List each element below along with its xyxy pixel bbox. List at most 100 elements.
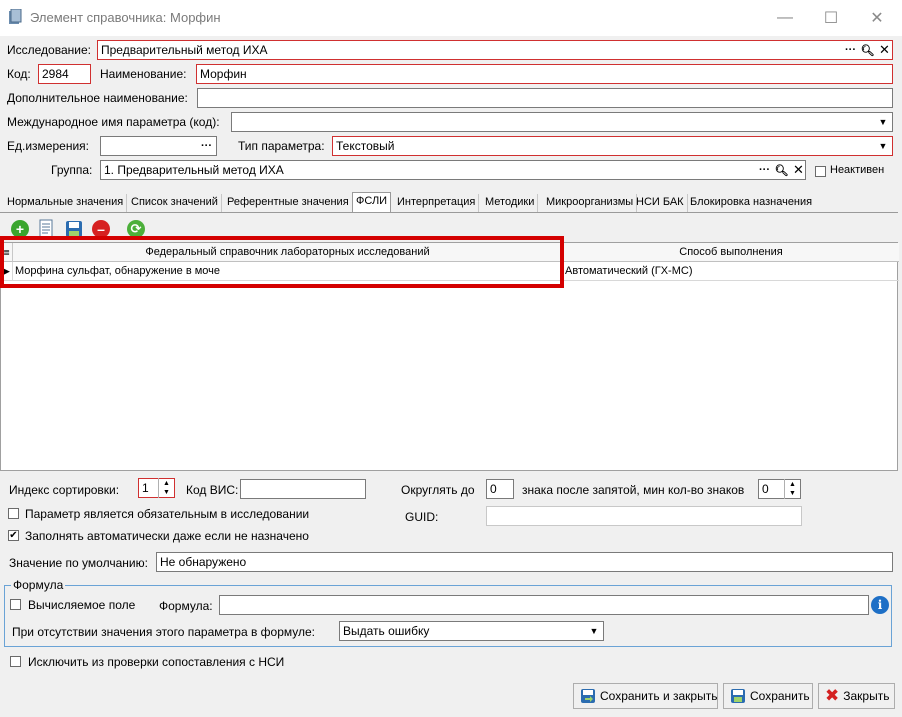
formula-label: Формула:: [159, 599, 213, 613]
formula-input[interactable]: [219, 595, 869, 615]
exclude-label: Исключить из проверки сопоставления с НС…: [28, 655, 285, 669]
group-clear-button[interactable]: ✕: [790, 161, 807, 179]
extra-name-input[interactable]: [197, 88, 893, 108]
name-label: Наименование:: [100, 67, 187, 81]
unit-label: Ед.измерения:: [7, 139, 89, 153]
code-input[interactable]: 2984: [38, 64, 91, 84]
close-button[interactable]: ✖ Закрыть: [818, 683, 895, 709]
chevron-down-icon[interactable]: ▼: [586, 622, 602, 640]
required-checkbox[interactable]: [8, 508, 19, 519]
guid-label: GUID:: [405, 510, 439, 524]
round-suffix-label: знака после запятой, мин кол-во знаков: [522, 483, 745, 497]
save-icon: [730, 687, 746, 705]
study-select-button[interactable]: ···: [842, 41, 859, 59]
close-icon: ✕: [870, 10, 884, 27]
chevron-down-icon[interactable]: ▼: [875, 137, 891, 155]
table-cell-method[interactable]: Автоматический (ГХ-МС): [563, 262, 899, 281]
close-window-button[interactable]: ✕: [854, 0, 900, 36]
extra-name-label: Дополнительное наименование:: [7, 91, 188, 105]
study-label: Исследование:: [7, 43, 91, 57]
intl-name-label: Международное имя параметра (код):: [7, 115, 220, 129]
window-title: Элемент справочника: Морфин: [30, 10, 221, 25]
tab-nsi-bak[interactable]: НСИ БАК: [633, 194, 688, 212]
unit-select-button[interactable]: ···: [198, 137, 215, 155]
vis-code-label: Код ВИС:: [186, 483, 239, 497]
round-input[interactable]: 0: [486, 479, 514, 499]
tab-methods[interactable]: Методики: [482, 194, 539, 212]
ellipsis-icon: ···: [201, 140, 212, 152]
group-value: 1. Предварительный метод ИХА: [104, 163, 284, 177]
study-clear-button[interactable]: ✕: [876, 41, 893, 59]
param-type-label: Тип параметра:: [238, 139, 325, 153]
param-type-select[interactable]: Текстовый: [332, 136, 893, 156]
save-label: Сохранить: [750, 689, 810, 703]
save-close-label: Сохранить и закрыть: [600, 689, 718, 703]
save-icon: [580, 687, 596, 705]
tab-block-assignment[interactable]: Блокировка назначения: [687, 194, 815, 212]
required-label: Параметр является обязательным в исследо…: [25, 507, 310, 521]
checkmark-icon: ✔: [9, 529, 18, 541]
group-select-button[interactable]: ···: [756, 161, 773, 179]
autofill-label: Заполнять автоматически даже если не наз…: [25, 529, 309, 543]
sort-index-value: 1: [142, 481, 149, 495]
min-digits-spin-icon[interactable]: ▲ ▼: [784, 479, 800, 499]
tab-normal-values[interactable]: Нормальные значения: [4, 194, 128, 212]
computed-label: Вычисляемое поле: [28, 598, 136, 612]
ellipsis-icon: ···: [845, 44, 856, 56]
sort-index-spin-icon[interactable]: ▲ ▼: [158, 478, 174, 498]
autofill-checkbox[interactable]: ✔: [8, 530, 19, 541]
chevron-down-icon[interactable]: ▼: [875, 113, 891, 131]
min-digits-value: 0: [762, 482, 769, 496]
guid-input[interactable]: [486, 506, 802, 526]
tab-interpretation[interactable]: Интерпретация: [394, 194, 480, 212]
group-label: Группа:: [51, 163, 93, 177]
missing-value-label: При отсутствии значения этого параметра …: [12, 625, 316, 639]
close-label: Закрыть: [843, 689, 890, 703]
tab-fsli[interactable]: ФСЛИ: [352, 192, 392, 213]
round-value: 0: [490, 482, 497, 496]
default-value-text: Не обнаружено: [160, 555, 247, 569]
tab-reference-values[interactable]: Референтные значения: [224, 194, 353, 212]
exclude-checkbox[interactable]: [10, 656, 21, 667]
clear-icon: ✕: [793, 162, 804, 177]
study-field[interactable]: Предварительный метод ИХА: [97, 40, 893, 60]
app-icon: [8, 8, 22, 25]
tab-value-list[interactable]: Список значений: [128, 194, 222, 212]
highlight-box: [0, 236, 564, 288]
maximize-button[interactable]: ☐: [808, 0, 854, 36]
inactive-label: Неактивен: [830, 164, 885, 176]
formula-group-title: Формула: [11, 578, 66, 592]
close-icon: ✖: [825, 686, 840, 705]
code-label: Код:: [7, 67, 31, 81]
inactive-checkbox[interactable]: [815, 166, 826, 177]
round-label: Округлять до: [401, 483, 475, 497]
maximize-icon: ☐: [823, 10, 839, 27]
minimize-icon: —: [777, 9, 793, 26]
sort-index-label: Индекс сортировки:: [9, 483, 120, 497]
intl-name-select[interactable]: [231, 112, 893, 132]
ellipsis-icon: ···: [759, 164, 770, 176]
search-icon: 🔍︎: [860, 44, 875, 57]
default-value-label: Значение по умолчанию:: [9, 556, 148, 570]
missing-value-text: Выдать ошибку: [343, 624, 430, 638]
study-search-button[interactable]: 🔍︎: [859, 41, 876, 59]
vis-code-input[interactable]: [240, 479, 366, 499]
default-value-input[interactable]: Не обнаружено: [156, 552, 893, 572]
search-icon: 🔍︎: [774, 164, 789, 177]
minimize-button[interactable]: —: [762, 0, 808, 36]
study-value: Предварительный метод ИХА: [101, 43, 268, 57]
save-button[interactable]: Сохранить: [723, 683, 813, 709]
name-input[interactable]: Морфин: [196, 64, 893, 84]
column-header-method[interactable]: Способ выполнения: [563, 243, 899, 262]
info-icon[interactable]: i: [871, 596, 889, 614]
group-field[interactable]: 1. Предварительный метод ИХА: [100, 160, 806, 180]
save-close-button[interactable]: Сохранить и закрыть: [573, 683, 718, 709]
tab-microorganisms[interactable]: Микроорганизмы: [543, 194, 638, 212]
computed-checkbox[interactable]: [10, 599, 21, 610]
tab-divider: [0, 212, 898, 213]
clear-icon: ✕: [879, 42, 890, 57]
group-search-button[interactable]: 🔍︎: [773, 161, 790, 179]
missing-value-select[interactable]: Выдать ошибку: [339, 621, 604, 641]
name-value: Морфин: [200, 67, 247, 81]
code-value: 2984: [42, 67, 69, 81]
